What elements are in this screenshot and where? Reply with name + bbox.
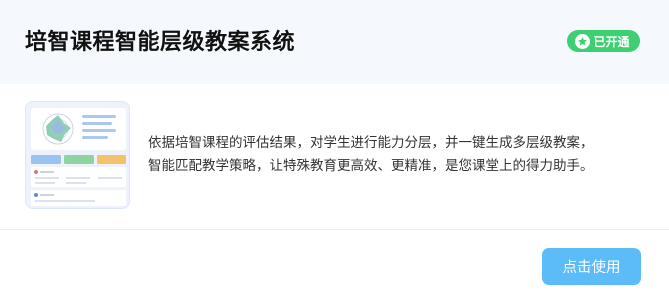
star-icon: [575, 33, 591, 49]
status-badge: 已开通: [567, 30, 640, 52]
divider: [0, 229, 669, 230]
product-thumbnail: [25, 101, 130, 209]
card-description: 依据培智课程的评估结果，对学生进行能力分层，并一键生成多层级教案， 智能匹配教学…: [148, 135, 594, 174]
status-badge-label: 已开通: [593, 34, 630, 49]
product-card: 培智课程智能层级教案系统 已开通 依据培智课程的评估结果，对学生进行能力分层，并…: [0, 0, 669, 301]
use-button[interactable]: 点击使用: [542, 248, 641, 285]
card-header: 培智课程智能层级教案系统 已开通: [0, 0, 669, 84]
card-title: 培智课程智能层级教案系统: [25, 30, 296, 55]
